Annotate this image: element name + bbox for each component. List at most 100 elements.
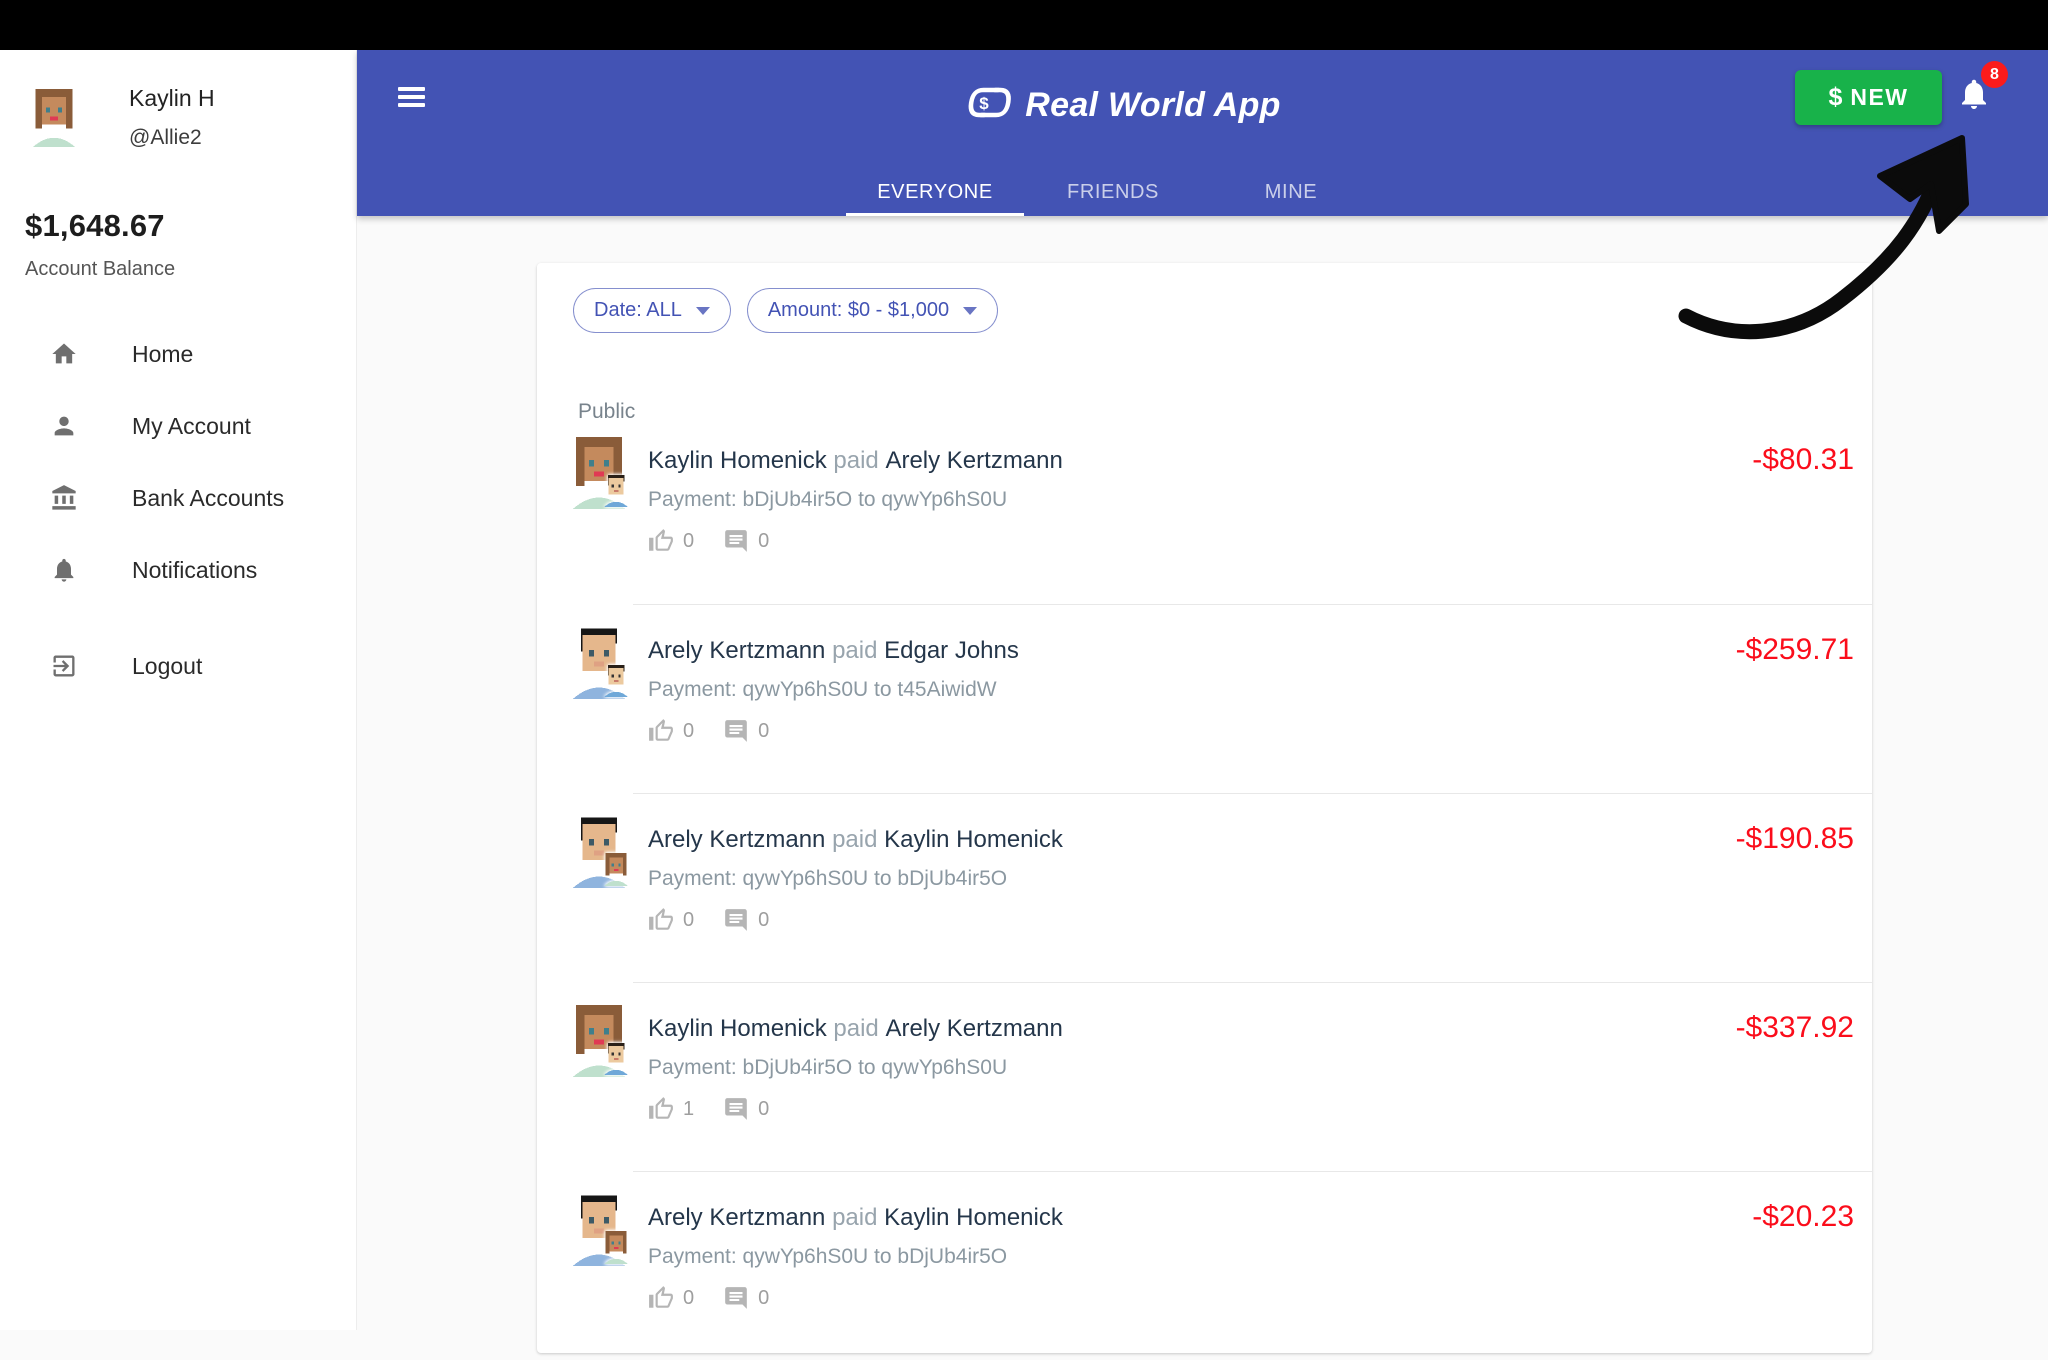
sidebar-item-bank-accounts[interactable]: Bank Accounts [0, 462, 356, 534]
app-logo-title: $ Real World App [922, 78, 1322, 132]
thumbs-up-icon[interactable] [648, 718, 674, 744]
sidebar-item-label: Bank Accounts [132, 484, 285, 511]
comment-icon[interactable] [723, 1096, 749, 1122]
comment-icon[interactable] [723, 1285, 749, 1311]
sidebar-item-label: My Account [132, 412, 251, 439]
avatar-secondary [601, 474, 631, 507]
transaction-social: 1 0 [648, 1096, 1856, 1122]
transaction-description: Payment: qywYp6hS0U to bDjUb4ir5O [648, 867, 1008, 890]
receiver-name[interactable]: Arely Kertzmann [885, 1015, 1062, 1042]
new-button-label: NEW [1850, 84, 1909, 110]
chevron-down-icon [695, 306, 710, 315]
amount-filter-label: Amount: $0 - $1,000 [767, 299, 950, 321]
chevron-down-icon [963, 306, 978, 315]
dollar-link-logo-icon: $ [963, 85, 1013, 126]
date-filter-chip[interactable]: Date: ALL [573, 288, 731, 333]
user-avatar [27, 88, 81, 147]
transaction-avatar [565, 1005, 633, 1077]
receiver-name[interactable]: Edgar Johns [884, 637, 1019, 664]
user-info: Kaylin H @Allie2 [27, 85, 215, 150]
tab-mine[interactable]: MINE [1202, 168, 1380, 216]
thumbs-up-icon[interactable] [648, 1096, 674, 1122]
avatar-secondary [601, 853, 631, 886]
receiver-name[interactable]: Arely Kertzmann [885, 447, 1062, 474]
date-filter-label: Date: ALL [594, 299, 682, 321]
transaction-title: Kaylin Homenick paid Arely Kertzmann [648, 1015, 1856, 1043]
sender-name[interactable]: Arely Kertzmann [648, 826, 825, 853]
sidebar-item-label: Home [132, 340, 194, 367]
sidebar-item-label: Logout [132, 652, 203, 679]
transaction-row[interactable]: Arely Kertzmann paid Edgar Johns Payment… [537, 604, 1872, 793]
transaction-amount: -$259.71 [1735, 633, 1854, 666]
action-word: paid [832, 826, 878, 853]
comment-icon[interactable] [723, 718, 749, 744]
avatar-secondary [601, 1231, 631, 1264]
user-username: @Allie2 [129, 126, 202, 149]
transaction-description: Payment: qywYp6hS0U to bDjUb4ir5O [648, 1245, 1008, 1268]
logout-icon [50, 652, 78, 680]
app-title: Real World App [1025, 85, 1281, 124]
sidebar-item-my-account[interactable]: My Account [0, 390, 356, 462]
transaction-title: Arely Kertzmann paid Kaylin Homenick [648, 1204, 1856, 1232]
likes-count: 0 [683, 529, 695, 552]
transaction-description: Payment: bDjUb4ir5O to qywYp6hS0U [648, 1056, 1008, 1079]
transaction-title: Kaylin Homenick paid Arely Kertzmann [648, 447, 1856, 475]
main-content: Date: ALL Amount: $0 - $1,000 Public Kay… [357, 216, 2048, 1353]
comment-icon[interactable] [723, 528, 749, 554]
transaction-amount: -$20.23 [1752, 1200, 1854, 1233]
avatar-secondary [601, 664, 631, 697]
sidebar-item-notifications[interactable]: Notifications [0, 534, 356, 606]
tab-everyone[interactable]: EVERYONE [846, 168, 1024, 216]
sender-name[interactable]: Arely Kertzmann [648, 1204, 825, 1231]
sender-name[interactable]: Kaylin Homenick [648, 1015, 827, 1042]
receiver-name[interactable]: Kaylin Homenick [884, 1204, 1063, 1231]
tab-friends[interactable]: FRIENDS [1024, 168, 1202, 216]
receiver-name[interactable]: Kaylin Homenick [884, 826, 1063, 853]
transaction-title: Arely Kertzmann paid Kaylin Homenick [648, 826, 1856, 854]
transaction-avatar [565, 627, 633, 699]
transaction-avatar [565, 816, 633, 888]
account-balance-amount: $1,648.67 [25, 208, 165, 243]
thumbs-up-icon[interactable] [648, 1285, 674, 1311]
likes-count: 0 [683, 1286, 695, 1309]
sidebar-item-home[interactable]: Home [0, 318, 356, 390]
likes-count: 1 [683, 1097, 695, 1120]
comments-count: 0 [758, 529, 770, 552]
home-icon [50, 340, 78, 368]
comment-icon[interactable] [723, 907, 749, 933]
new-transaction-button[interactable]: $ NEW [1795, 70, 1942, 125]
app-header: $ Real World App EVERYONE FRIENDS MINE $… [357, 50, 2048, 216]
sidebar-item-logout[interactable]: Logout [0, 630, 356, 702]
transaction-row[interactable]: Arely Kertzmann paid Kaylin Homenick Pay… [537, 793, 1872, 982]
sidebar-item-label: Notifications [132, 556, 258, 583]
amount-filter-chip[interactable]: Amount: $0 - $1,000 [746, 288, 999, 333]
action-word: paid [833, 1015, 879, 1042]
transaction-avatar [565, 1194, 633, 1266]
svg-text:$: $ [980, 94, 990, 113]
likes-count: 0 [683, 908, 695, 931]
notifications-bell-button[interactable]: 8 [1956, 61, 2008, 118]
transaction-description: Payment: bDjUb4ir5O to qywYp6hS0U [648, 488, 1008, 511]
likes-count: 0 [683, 719, 695, 742]
transaction-title: Arely Kertzmann paid Edgar Johns [648, 637, 1856, 665]
transaction-list: Kaylin Homenick paid Arely Kertzmann Pay… [537, 415, 1872, 1360]
sender-name[interactable]: Kaylin Homenick [648, 447, 827, 474]
sender-name[interactable]: Arely Kertzmann [648, 637, 825, 664]
transaction-social: 0 0 [648, 907, 1856, 933]
transaction-row[interactable]: Arely Kertzmann paid Kaylin Homenick Pay… [537, 1171, 1872, 1360]
comments-count: 0 [758, 1097, 770, 1120]
transactions-card: Date: ALL Amount: $0 - $1,000 Public Kay… [537, 263, 1872, 1353]
user-name: Kaylin H [129, 85, 215, 111]
sidebar: Kaylin H @Allie2 $1,648.67 Account Balan… [0, 50, 357, 1330]
thumbs-up-icon[interactable] [648, 528, 674, 554]
transaction-row[interactable]: Kaylin Homenick paid Arely Kertzmann Pay… [537, 415, 1872, 604]
nav-divider-gap [0, 606, 356, 630]
notifications-count-badge: 8 [1981, 61, 2008, 88]
action-word: paid [832, 637, 878, 664]
avatar-secondary [601, 1042, 631, 1075]
bank-icon [50, 484, 78, 512]
menu-hamburger-icon[interactable] [398, 87, 425, 107]
comments-count: 0 [758, 719, 770, 742]
thumbs-up-icon[interactable] [648, 907, 674, 933]
transaction-row[interactable]: Kaylin Homenick paid Arely Kertzmann Pay… [537, 982, 1872, 1171]
